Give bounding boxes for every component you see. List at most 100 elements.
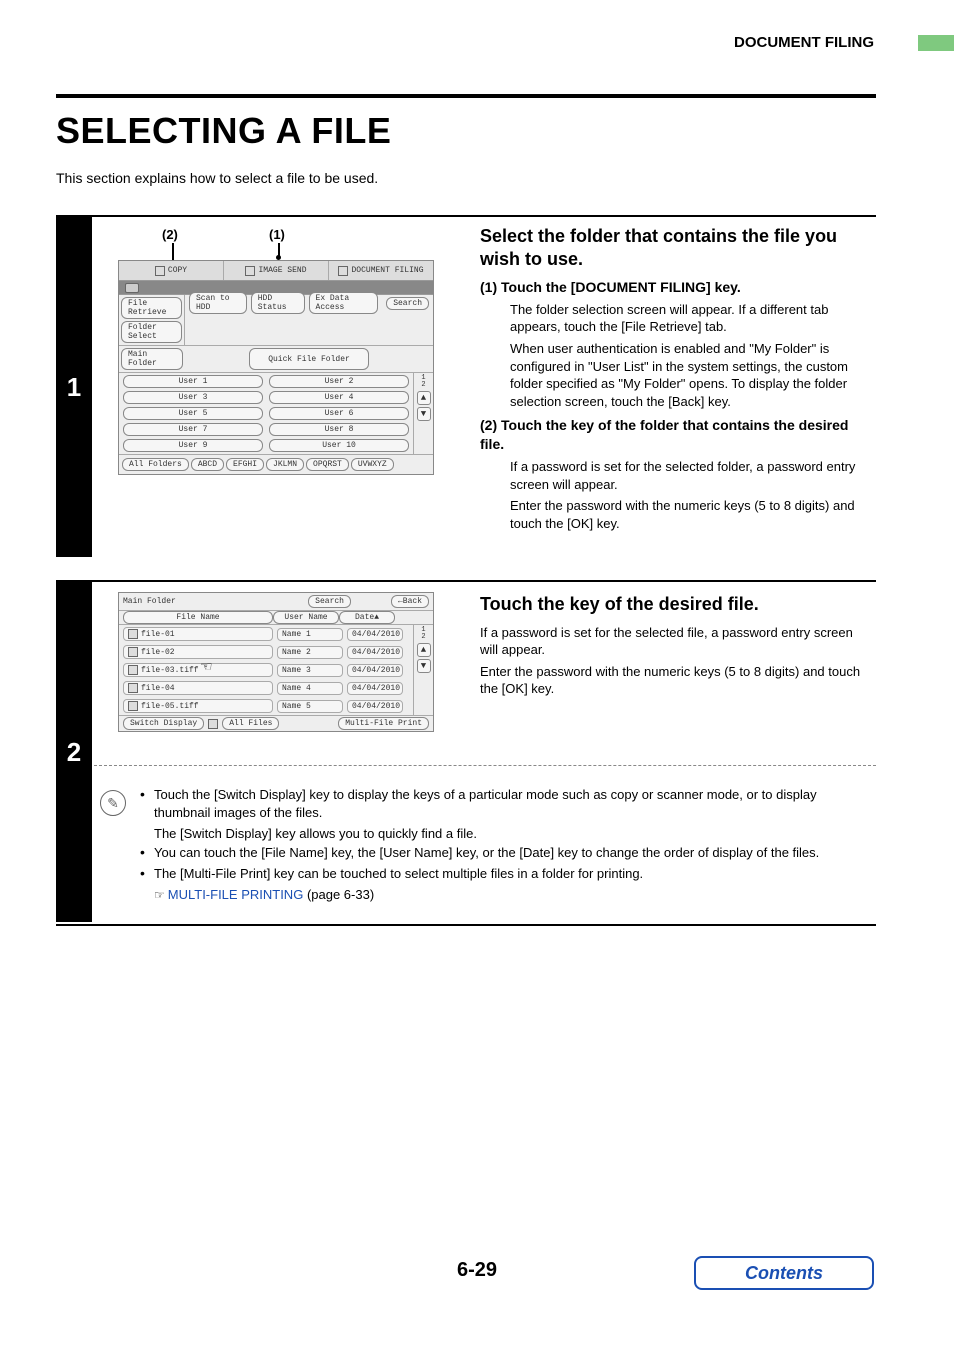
user-folder[interactable]: User 4 [269,391,409,404]
back-button[interactable]: ← Back [391,595,429,608]
col-file-name[interactable]: File Name [123,611,273,624]
page-title: SELECTING A FILE [56,110,391,152]
alpha-tab[interactable]: OPQRST [306,458,349,471]
all-folders-button[interactable]: All Folders [122,458,189,471]
folder-title: Main Folder [123,597,268,606]
rule-end [56,924,876,926]
file-item[interactable]: file-05.tiff [123,699,273,713]
step-1-text: Select the folder that contains the file… [480,225,870,536]
user-cell: Name 1 [277,628,343,641]
scroll-down-button[interactable]: ▼ [417,659,431,673]
ext-data-access-button[interactable]: Ex Data Access [309,292,379,314]
tab-document-filing[interactable]: DOCUMENT FILING [329,261,433,280]
step-1-p2: When user authentication is enabled and … [510,340,870,410]
file-retrieve-tab[interactable]: File Retrieve [121,297,182,319]
main-folder-button[interactable]: Main Folder [121,348,183,370]
tab-image-send[interactable]: IMAGE SEND [224,261,329,280]
step-2-heading: Touch the key of the desired file. [480,593,870,616]
user-folder[interactable]: User 3 [123,391,263,404]
col-user-name[interactable]: User Name [273,611,339,624]
step-2-p1: If a password is set for the selected fi… [480,624,870,659]
scroll-up-button[interactable]: ▲ [417,643,431,657]
user-cell: Name 3 [277,664,343,677]
step-1-p1: The folder selection screen will appear.… [510,301,870,336]
folder-select-tab[interactable]: Folder Select [121,321,182,343]
alpha-tab[interactable]: EFGHI [226,458,264,471]
file-name-label: file-03.tiff [141,666,199,675]
tip-2: You can touch the [File Name] key, the [… [154,844,819,862]
file-item[interactable]: file-04 [123,681,273,695]
divider-dashed [94,765,876,766]
file-icon [128,701,138,711]
file-list-panel: Main Folder Search ← Back File Name User… [118,592,434,732]
scan-to-hdd-button[interactable]: Scan to HDD [189,292,247,314]
step-1-number: 1 [56,217,92,557]
switch-display-button[interactable]: Switch Display [123,717,204,730]
alpha-tab[interactable]: UVWXYZ [351,458,394,471]
alpha-tab[interactable]: JKLMN [266,458,304,471]
back-button-label: Back [403,597,422,606]
date-cell: 04/04/2010 [347,664,403,677]
file-icon [128,665,138,675]
hdd-status-button[interactable]: HDD Status [251,292,305,314]
tip-1b: The [Switch Display] key allows you to q… [154,825,870,843]
file-item[interactable]: file-03.tiff [123,663,273,677]
multi-file-print-button[interactable]: Multi-File Print [338,717,429,730]
page-intro: This section explains how to select a fi… [56,170,378,186]
tip-1: Touch the [Switch Display] key to displa… [154,787,817,820]
contents-button[interactable]: Contents [694,1256,874,1290]
user-folder[interactable]: User 2 [269,375,409,388]
col-date[interactable]: Date ▲ [339,611,395,624]
all-files-button[interactable]: All Files [222,717,279,730]
tab-copy-label: COPY [168,266,187,275]
user-folder[interactable]: User 7 [123,423,263,436]
user-folder[interactable]: User 8 [269,423,409,436]
step-1-p4: Enter the password with the numeric keys… [510,497,870,532]
file-name-label: file-01 [141,630,175,639]
step-2-bar: 2 [56,582,92,922]
send-icon [245,266,255,276]
tab-document-filing-label: DOCUMENT FILING [351,266,423,275]
user-folder[interactable]: User 9 [123,439,263,452]
user-cell: Name 5 [277,700,343,713]
user-cell: Name 2 [277,646,343,659]
file-item[interactable]: file-01 [123,627,273,641]
user-folder[interactable]: User 1 [123,375,263,388]
page-indicator: 1 2 [421,627,425,641]
folder-select-panel: COPY IMAGE SEND DOCUMENT FILING File Ret… [118,260,434,475]
user-folder[interactable]: User 6 [269,407,409,420]
page-indicator: 1 2 [421,375,425,389]
search-button[interactable]: Search [386,297,429,310]
tab-row: COPY IMAGE SEND DOCUMENT FILING [119,261,433,281]
user-cell: Name 4 [277,682,343,695]
cross-ref-page: (page 6-33) [307,887,374,902]
file-name-label: file-05.tiff [141,702,199,711]
scroll-up-button[interactable]: ▲ [417,391,431,405]
alpha-tab[interactable]: ABCD [191,458,224,471]
step-1-sub-2: (2) Touch the key of the folder that con… [480,416,870,454]
cross-ref-link[interactable]: MULTI-FILE PRINTING [168,887,304,902]
step-2-p2: Enter the password with the numeric keys… [480,663,870,698]
file-name-label: file-02 [141,648,175,657]
file-name-label: file-04 [141,684,175,693]
step-2-number: 2 [56,582,92,922]
tab-image-send-label: IMAGE SEND [258,266,306,275]
tips-block: •Touch the [Switch Display] key to displ… [140,786,870,904]
thumbnail-icon[interactable] [208,719,218,729]
user-folder[interactable]: User 10 [269,439,409,452]
step-1-heading: Select the folder that contains the file… [480,225,870,270]
file-icon [338,266,348,276]
step-1-p3: If a password is set for the selected fo… [510,458,870,493]
copy-icon [155,266,165,276]
date-cell: 04/04/2010 [347,646,403,659]
tab-copy[interactable]: COPY [119,261,224,280]
search-button[interactable]: Search [308,595,351,608]
user-folder[interactable]: User 5 [123,407,263,420]
section-header: DOCUMENT FILING [734,34,874,51]
scroll-down-button[interactable]: ▼ [417,407,431,421]
file-item[interactable]: file-02 [123,645,273,659]
quick-file-folder-button[interactable]: Quick File Folder [249,348,369,370]
date-cell: 04/04/2010 [347,682,403,695]
file-icon [128,629,138,639]
step-2-text: Touch the key of the desired file. If a … [480,593,870,702]
